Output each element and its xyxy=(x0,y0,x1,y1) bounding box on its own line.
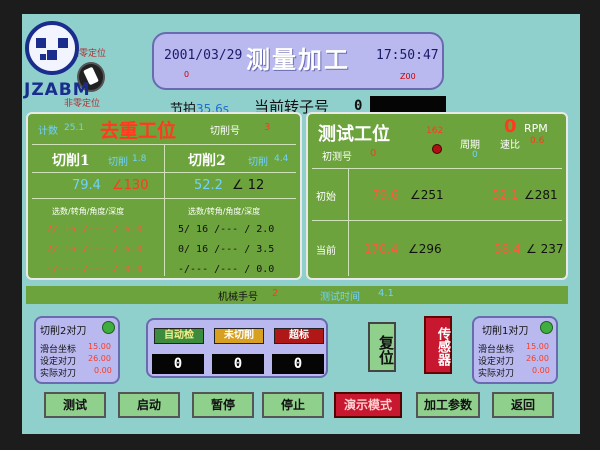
cut1-angle: ∠130 xyxy=(112,178,149,193)
back-button[interactable]: 返回 xyxy=(492,392,554,418)
pause-button[interactable]: 暂停 xyxy=(192,392,254,418)
logo-text: JZABM xyxy=(24,80,91,100)
auto-check-button[interactable]: 自动检 xyxy=(154,328,204,344)
speed-label: 速比 xyxy=(500,140,520,151)
cycle-value: 0 xyxy=(472,150,478,160)
auto-check-display: 0 xyxy=(152,354,204,374)
cut2-label: 切削2 xyxy=(188,153,226,169)
test-button[interactable]: 测试 xyxy=(44,392,106,418)
right-row-3: -/--- /--- / 0.0 xyxy=(178,264,275,275)
cut-no-value: 3 xyxy=(264,122,271,133)
cut2-value: 52.2 xyxy=(194,178,223,193)
process-params-button[interactable]: 加工参数 xyxy=(416,392,480,418)
right-panel-title: 测试工位 xyxy=(318,124,390,145)
cut1-lamp-icon xyxy=(540,321,553,334)
row2-a1: ∠296 xyxy=(408,242,442,256)
time-display: 17:50:47 xyxy=(376,48,439,63)
rpm-value: 0 xyxy=(504,116,517,137)
col-head-left: 选数/转角/角度/深度 xyxy=(52,207,125,216)
cut2-sub-label: 切削 xyxy=(248,157,268,168)
sensor-button[interactable]: 传感器 xyxy=(424,316,452,374)
row1-a2: ∠281 xyxy=(524,188,558,202)
date-sub: 0 xyxy=(184,70,190,79)
status-group: 自动检 未切削 超标 0 0 0 xyxy=(146,318,328,378)
brand-logo: JZABM xyxy=(22,20,94,106)
start-button[interactable]: 启动 xyxy=(118,392,180,418)
uncut-display: 0 xyxy=(212,354,264,374)
date-display: 2001/03/29 xyxy=(164,48,243,63)
row1-label: 初始 xyxy=(316,192,336,203)
machine-strip: 机械手号 2 测试时间 4.1 xyxy=(26,286,568,304)
row1-v1: 79.6 xyxy=(372,188,399,202)
row2-v2: 58.4 xyxy=(494,242,521,256)
row2-label: 当前 xyxy=(316,246,336,257)
status-lamp-icon xyxy=(432,144,442,154)
initial-value: 0 xyxy=(370,148,377,159)
cut2-r3-label: 实际对刀 xyxy=(40,369,77,379)
cut1-r1-value: 15.00 xyxy=(526,342,549,351)
uncut-button[interactable]: 未切削 xyxy=(214,328,264,344)
count-value: 25.1 xyxy=(64,123,85,133)
hmi-screen: JZABM 归零定位 非零定位 2001/03/29 0 测量加工 17:50:… xyxy=(22,14,580,434)
stop-button[interactable]: 停止 xyxy=(262,392,324,418)
speed-value: 0.6 xyxy=(530,136,545,146)
cut2-r2-value: 26.00 xyxy=(88,354,111,363)
title-panel: 2001/03/29 0 测量加工 17:50:47 Z00 xyxy=(152,32,444,90)
cut2-r3-value: 0.00 xyxy=(94,366,112,375)
cut2-lamp-icon xyxy=(102,321,115,334)
row1-v2: 52.1 xyxy=(492,188,519,202)
cut1-box-title: 切削1对刀 xyxy=(482,326,529,337)
test-station-panel: 测试工位 162 0 RPM 初测号 0 周期 0 速比 0.6 初始 79.6… xyxy=(306,112,568,280)
left-row-1: 2/ 16 /--- / 6.0 xyxy=(46,224,143,235)
test-time-label: 测试时间 xyxy=(320,292,360,303)
cut2-angle: ∠ 12 xyxy=(232,178,265,193)
right-row-1: 5/ 16 /--- / 2.0 xyxy=(178,224,275,235)
cut1-label: 切削1 xyxy=(52,153,90,169)
page-title: 测量加工 xyxy=(246,45,350,74)
left-row-3: -/--- /--- / 0.0 xyxy=(46,264,143,275)
over-limit-button[interactable]: 超标 xyxy=(274,328,324,344)
cut1-sub-value: 1.8 xyxy=(132,154,147,164)
row1-a1: ∠251 xyxy=(410,188,444,202)
col-head-right: 选数/转角/角度/深度 xyxy=(188,207,261,216)
right-row-2: 0/ 16 /--- / 3.5 xyxy=(178,244,275,255)
led-value: 162 xyxy=(426,126,444,136)
machine-value: 2 xyxy=(272,288,279,299)
cut1-tool-box: 切削1对刀 滑台坐标 15.00 设定对刀 26.00 实际对刀 0.00 xyxy=(472,316,558,384)
cut2-box-title: 切削2对刀 xyxy=(40,326,87,337)
machine-label: 机械手号 xyxy=(218,292,258,303)
logo-icon xyxy=(25,21,79,75)
cut1-r3-value: 0.00 xyxy=(532,366,550,375)
cut1-r2-value: 26.00 xyxy=(526,354,549,363)
initial-label: 初测号 xyxy=(322,152,352,163)
cut1-r3-label: 实际对刀 xyxy=(478,369,515,379)
cut2-tool-box: 切削2对刀 滑台坐标 15.00 设定对刀 26.00 实际对刀 0.00 xyxy=(34,316,120,384)
left-panel-title: 去重工位 xyxy=(100,120,177,142)
demo-mode-button[interactable]: 演示模式 xyxy=(334,392,402,418)
cut2-r1-value: 15.00 xyxy=(88,342,111,351)
row2-a2: ∠ 237 xyxy=(526,242,564,256)
cut2-sub-value: 4.4 xyxy=(274,154,289,164)
cycle-label: 周期 xyxy=(460,140,480,151)
row2-v1: 170.4 xyxy=(364,242,399,256)
test-time-value: 4.1 xyxy=(378,288,394,299)
cut-no-label: 切削号 xyxy=(210,126,240,137)
cut1-value: 79.4 xyxy=(72,178,101,193)
time-sub: Z00 xyxy=(400,72,416,81)
over-limit-display: 0 xyxy=(272,354,324,374)
reset-button[interactable]: 复位 xyxy=(368,322,396,372)
weight-removal-panel: 计数 25.1 去重工位 切削号 3 切削1 切削 1.8 切削2 切削 4.4… xyxy=(26,112,302,280)
count-label: 计数 xyxy=(38,126,58,137)
cut1-sub-label: 切削 xyxy=(108,157,128,168)
rpm-unit: RPM xyxy=(524,122,548,135)
left-row-2: 2/ 16 /--- / 6.0 xyxy=(46,244,143,255)
